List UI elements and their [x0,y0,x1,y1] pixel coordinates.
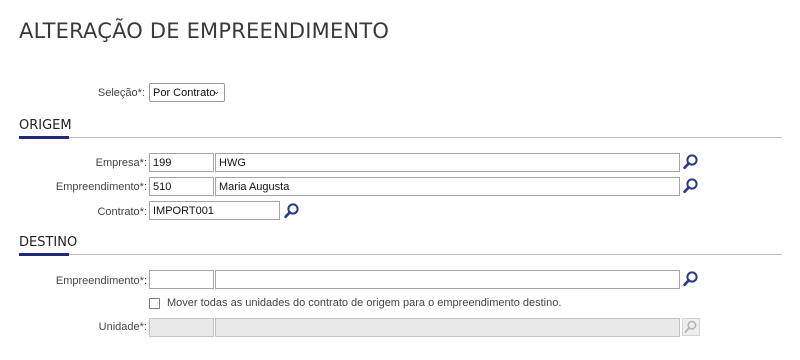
section-divider-origem [19,137,782,138]
unidade-name-input[interactable] [215,318,680,337]
contrato-search-icon[interactable] [283,202,301,220]
empresa-name-input[interactable]: HWG [215,153,680,172]
unidade-label: Unidade*: [98,321,147,333]
mover-todas-label: Mover todas as unidades do contrato de o… [167,297,562,309]
empreendimento-destino-label: Empreendimento*: [55,275,147,287]
section-accent-origem [19,136,69,139]
unidade-code-input[interactable] [149,318,214,337]
selecao-select[interactable]: Por Contrato ⌄ [149,83,225,102]
section-accent-destino [19,253,69,256]
section-title-origem: ORIGEM [19,118,72,133]
empreendimento-origem-code-input[interactable]: 510 [149,177,214,196]
empreendimento-destino-code-input[interactable] [149,270,214,289]
selecao-label: Seleção*: [97,87,145,99]
unidade-search-icon[interactable] [682,318,700,336]
empresa-label: Empresa*: [95,157,147,169]
section-title-destino: DESTINO [19,235,78,250]
empreendimento-origem-search-icon[interactable] [682,177,700,195]
page-title: ALTERAÇÃO DE EMPREENDIMENTO [19,19,390,43]
empreendimento-origem-label: Empreendimento*: [55,181,147,193]
empreendimento-destino-name-input[interactable] [215,270,680,289]
contrato-label: Contrato*: [97,206,147,218]
empreendimento-destino-search-icon[interactable] [682,270,700,288]
section-divider-destino [19,254,782,255]
empresa-code-input[interactable]: 199 [149,153,214,172]
mover-todas-checkbox[interactable] [149,298,160,309]
chevron-down-icon: ⌄ [212,86,220,96]
contrato-input[interactable]: IMPORT001 [149,201,280,220]
selecao-value: Por Contrato [153,87,216,99]
empreendimento-origem-name-input[interactable]: Maria Augusta [215,177,680,196]
empresa-search-icon[interactable] [682,153,700,171]
